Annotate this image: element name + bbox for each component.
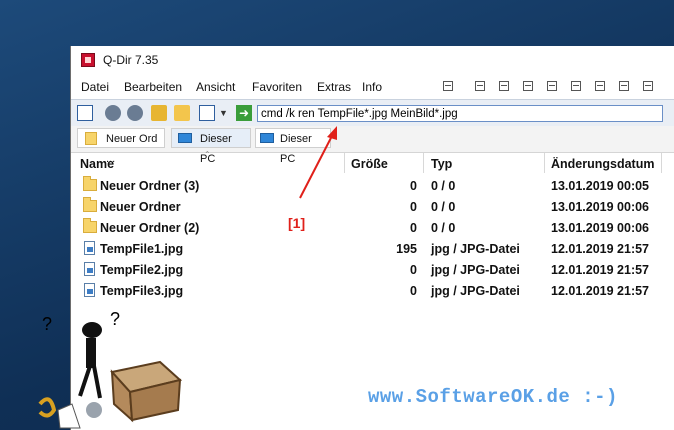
svg-text:?: ? [42, 314, 52, 334]
footer-watermark: www.SoftwareOK.de :-) [368, 386, 618, 408]
mascot-illustration: ? ? [38, 309, 183, 429]
svg-text:?: ? [110, 309, 120, 329]
annotation-overlay: ? ? [38, 126, 337, 429]
annotation-label: [1] [288, 215, 306, 231]
annotation-arrow [299, 126, 337, 199]
